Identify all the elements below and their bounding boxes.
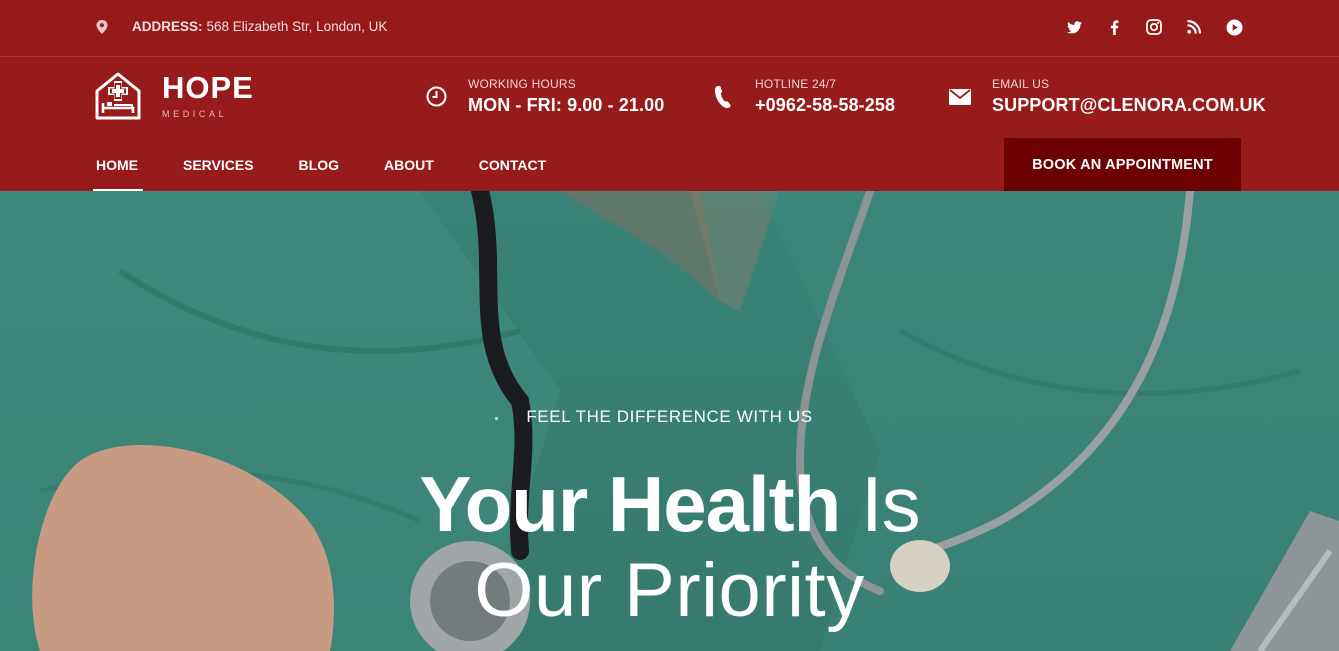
hero-banner: FEEL THE DIFFERENCE WITH US Your Health … — [0, 191, 1339, 651]
logo[interactable]: HOPE MEDICAL — [94, 71, 254, 121]
brand-subtitle: MEDICAL — [162, 109, 228, 119]
book-appointment-button[interactable]: BOOK AN APPOINTMENT — [1004, 138, 1241, 191]
nav-item-contact[interactable]: CONTACT — [479, 157, 546, 191]
hotline-value[interactable]: +0962-58-58-258 — [755, 95, 895, 116]
hospital-bed-icon — [95, 72, 141, 120]
address: ADDRESS: 568 Elizabeth Str, London, UK — [96, 19, 387, 34]
working-hours-value: MON - FRI: 9.00 - 21.00 — [468, 95, 665, 115]
hotline-label: HOTLINE 24/7 — [755, 77, 837, 91]
hero-title-line2: Our Priority — [474, 548, 865, 633]
envelope-icon — [948, 85, 972, 109]
working-hours: WORKING HOURS MON - FRI: 9.00 - 21.00 — [424, 77, 664, 116]
nav-item-services[interactable]: SERVICES — [183, 157, 254, 191]
hero-kicker: FEEL THE DIFFERENCE WITH US — [0, 407, 1339, 427]
nav-item-blog[interactable]: BLOG — [299, 157, 339, 191]
youtube-icon[interactable] — [1225, 17, 1243, 37]
hero-title-light: Is — [860, 460, 921, 548]
address-label: ADDRESS: — [132, 19, 203, 34]
twitter-icon[interactable] — [1065, 17, 1083, 37]
rss-icon[interactable] — [1185, 17, 1203, 37]
email-value[interactable]: SUPPORT@CLENORA.COM.UK — [992, 95, 1266, 116]
working-hours-label: WORKING HOURS — [468, 77, 576, 91]
hero-title-line1: Your Health Is — [0, 464, 1339, 544]
main-nav: HOME SERVICES BLOG ABOUT CONTACT — [93, 157, 591, 191]
facebook-icon[interactable] — [1105, 17, 1123, 37]
hero-kicker-text: FEEL THE DIFFERENCE WITH US — [526, 407, 813, 426]
hotline: HOTLINE 24/7 +0962-58-58-258 — [711, 77, 895, 116]
main-header: HOPE MEDICAL WORKING HOURS MON - FRI: 9.… — [0, 57, 1339, 191]
brand-name: HOPE — [162, 70, 254, 105]
nav-item-about[interactable]: ABOUT — [384, 157, 434, 191]
hero-title-bold: Your Health — [419, 460, 841, 548]
phone-icon — [711, 85, 735, 109]
clock-icon — [424, 85, 448, 109]
top-bar: ADDRESS: 568 Elizabeth Str, London, UK — [0, 0, 1339, 57]
social-links — [1065, 17, 1243, 37]
address-value: 568 Elizabeth Str, London, UK — [206, 19, 388, 34]
kicker-dot — [495, 417, 498, 420]
instagram-icon[interactable] — [1145, 17, 1163, 37]
email-us: EMAIL US SUPPORT@CLENORA.COM.UK — [948, 77, 1266, 116]
nav-item-home[interactable]: HOME — [93, 157, 143, 191]
email-label: EMAIL US — [992, 77, 1050, 91]
map-pin-icon — [96, 19, 108, 34]
